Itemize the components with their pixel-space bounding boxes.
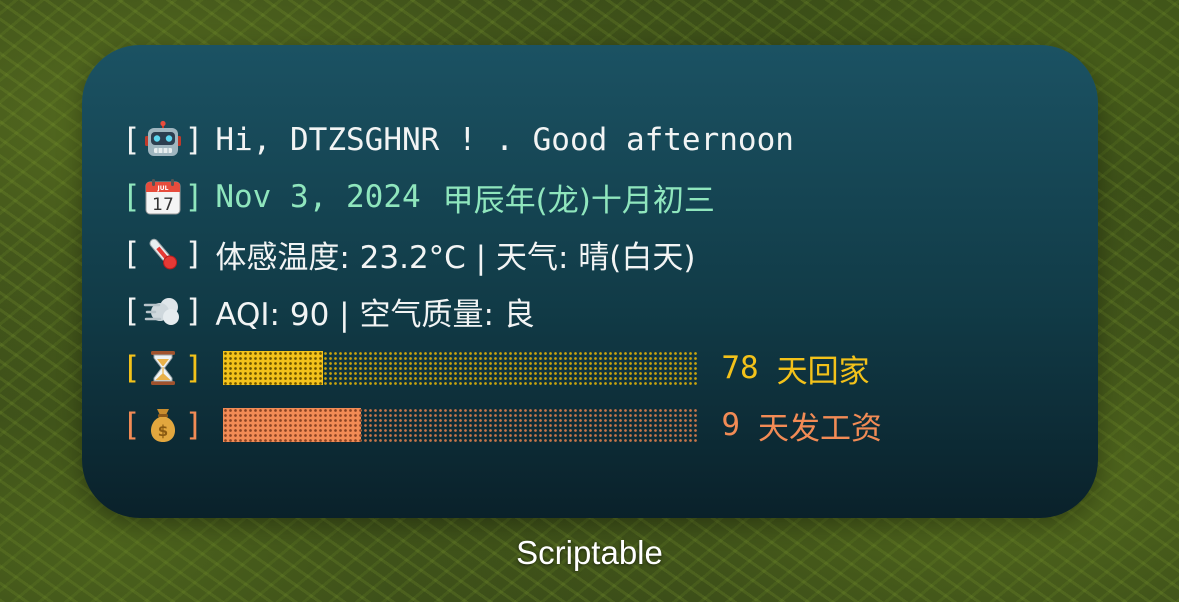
app-label: Scriptable: [516, 534, 663, 571]
payday-days: 9: [721, 407, 741, 443]
money-bag-icon: $: [150, 409, 175, 442]
date-text: Nov 3, 2024: [215, 179, 421, 215]
home-days: 78: [721, 350, 759, 386]
payday-progress-fill: [223, 408, 362, 442]
home-countdown-row: [ ] 78 天回家: [122, 346, 870, 390]
calendar-icon-day: 17: [152, 195, 174, 215]
payday-countdown-row: [ $ ] 9 天发工资: [122, 403, 882, 447]
home-progress-bar: [223, 351, 700, 385]
home-progress-fill: [223, 351, 324, 385]
robot-icon: [144, 120, 181, 156]
svg-text:$: $: [157, 422, 167, 440]
home-days-label: 天回家: [776, 353, 870, 390]
hourglass-icon: [150, 351, 175, 385]
wind-icon: [143, 298, 179, 325]
payday-days-label: 天发工资: [758, 410, 883, 447]
aqi-text: AQI: 90 | 空气质量: 良: [215, 296, 535, 333]
greeting-text: Hi, DTZSGHNR ! . Good afternoon: [215, 122, 794, 158]
aqi-row: [ ] AQI: 90 | 空气质量: 良: [122, 289, 535, 333]
calendar-icon: JUL 17: [145, 179, 181, 215]
lunar-date-text: 甲辰年(龙)十月初三: [442, 182, 715, 219]
thermometer-icon: [149, 238, 177, 270]
date-row: [ JUL 17 ] Nov 3, 2024 甲辰年(龙)十月初三: [122, 175, 715, 219]
weather-text: 体感温度: 23.2°C | 天气: 晴(白天): [215, 239, 696, 276]
calendar-icon-month: JUL: [156, 185, 168, 192]
greeting-row: [ ] Hi, DTZSGHNR ! . Good afternoon: [122, 120, 794, 158]
scriptable-widget[interactable]: [82, 45, 1098, 518]
payday-progress-bar: [223, 408, 700, 442]
weather-row: [ ] 体感温度: 23.2°C | 天气: 晴(白天): [122, 232, 695, 276]
